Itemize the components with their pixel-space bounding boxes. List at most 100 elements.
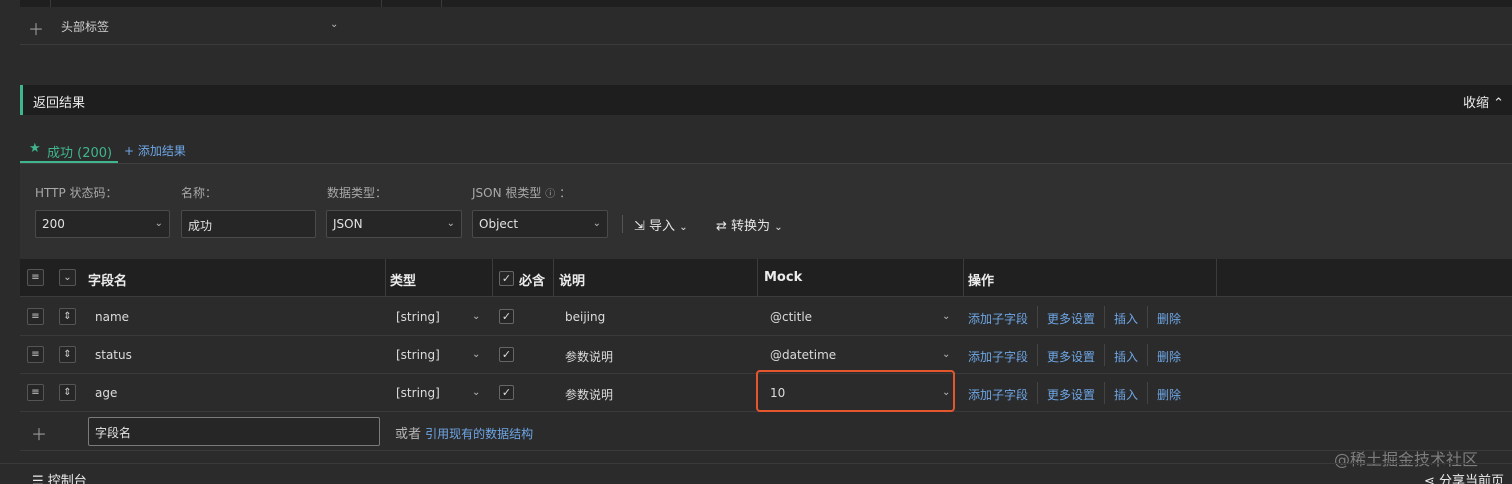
delete-link[interactable]: 删除 [1157, 386, 1181, 403]
http-status-select[interactable]: 200 ⌄ [35, 210, 170, 238]
delete-link[interactable]: 删除 [1157, 310, 1181, 327]
field-description[interactable]: 参数说明 [565, 348, 613, 365]
tab-success[interactable]: ★ 成功 (200) [20, 137, 118, 163]
reference-structure-link[interactable]: 引用现有的数据结构 [425, 427, 533, 441]
field-type[interactable]: [string] [396, 310, 440, 324]
collapse-label: 收缩 [1462, 96, 1489, 111]
header-mock: Mock [764, 270, 803, 285]
field-name[interactable]: name [95, 310, 129, 324]
info-icon[interactable]: ⓘ [545, 189, 555, 200]
insert-link[interactable]: 插入 [1114, 348, 1138, 365]
chevron-down-icon[interactable]: ⌄ [472, 387, 480, 398]
chevron-down-icon[interactable]: ⌄ [472, 311, 480, 322]
data-type-select[interactable]: JSON ⌄ [326, 210, 462, 238]
mock-highlight-box [756, 370, 955, 412]
console-label: 控制台 [47, 474, 87, 484]
tab-success-label: 成功 (200) [47, 146, 113, 161]
add-child-field-link[interactable]: 添加子字段 [968, 310, 1028, 327]
json-root-label: JSON 根类型 ⓘ ： [472, 184, 571, 201]
header-description: 说明 [559, 274, 586, 289]
add-result-button[interactable]: + 添加结果 [124, 142, 186, 159]
http-status-label: HTTP 状态码： [35, 186, 118, 200]
drag-handle-icon[interactable]: ≡ [27, 308, 44, 325]
section-header: 返回结果 收缩 ⌃ [20, 85, 1512, 115]
drag-handle-icon[interactable]: ≡ [27, 346, 44, 363]
column-divider [553, 259, 554, 297]
import-label: 导入 [649, 219, 676, 234]
chevron-down-icon[interactable]: ⌄ [942, 349, 950, 360]
chevron-down-icon: ⌄ [679, 222, 688, 233]
insert-link[interactable]: 插入 [1114, 310, 1138, 327]
field-name[interactable]: age [95, 386, 117, 400]
header-field-name: 字段名 [88, 274, 128, 289]
json-root-label-text: JSON 根类型 [472, 186, 542, 200]
insert-link[interactable]: 插入 [1114, 386, 1138, 403]
column-divider [385, 259, 386, 297]
name-label: 名称： [181, 186, 218, 200]
convert-button[interactable]: ⇄ 转换为 ⌄ [716, 215, 783, 234]
or-text: 或者 引用现有的数据结构 [395, 423, 533, 442]
field-description[interactable]: 参数说明 [565, 386, 613, 403]
field-type[interactable]: [string] [396, 386, 440, 400]
header-actions: 操作 [968, 274, 995, 289]
required-all-checkbox[interactable]: ✓ [499, 271, 514, 286]
add-icon[interactable]: ＋ [28, 16, 44, 40]
add-child-field-link[interactable]: 添加子字段 [968, 386, 1028, 403]
toolbar-divider [622, 215, 623, 233]
add-child-field-link[interactable]: 添加子字段 [968, 348, 1028, 365]
column-divider [1216, 259, 1217, 297]
share-button[interactable]: ⋖ 分享当前页 [1424, 470, 1504, 484]
required-checkbox[interactable]: ✓ [499, 309, 514, 324]
sort-icon[interactable]: ⇕ [59, 384, 76, 401]
chevron-down-icon[interactable]: ⌄ [330, 19, 338, 30]
or-label: 或者 [395, 427, 422, 442]
name-input[interactable]: 成功 [181, 210, 316, 238]
watermark: @稀土掘金技术社区 [1334, 450, 1479, 469]
table-row: ≡ ⇕ name [string] ⌄ ✓ beijing @ctitle ⌄ … [20, 298, 1512, 336]
chevron-up-icon: ⌃ [1493, 96, 1504, 111]
column-divider [50, 0, 51, 7]
data-type-label: 数据类型： [327, 186, 388, 200]
action-divider [1037, 382, 1038, 404]
new-field-name-input[interactable]: 字段名 [88, 417, 380, 446]
more-settings-link[interactable]: 更多设置 [1047, 386, 1095, 403]
column-divider [441, 0, 442, 7]
convert-icon: ⇄ [716, 219, 727, 234]
console-button[interactable]: ☰ 控制台 [32, 470, 87, 484]
name-value: 成功 [188, 219, 213, 233]
menu-icon[interactable]: ≡ [27, 269, 44, 286]
sort-icon[interactable]: ⇕ [59, 308, 76, 325]
field-type[interactable]: [string] [396, 348, 440, 362]
more-settings-link[interactable]: 更多设置 [1047, 348, 1095, 365]
required-checkbox[interactable]: ✓ [499, 385, 514, 400]
action-divider [1104, 382, 1105, 404]
field-mock[interactable]: @datetime [770, 348, 836, 362]
add-icon[interactable]: ＋ [31, 421, 47, 445]
field-description[interactable]: beijing [565, 310, 605, 324]
field-name[interactable]: status [95, 348, 132, 362]
data-type-value: JSON [333, 217, 363, 231]
chevron-down-icon[interactable]: ⌄ [942, 311, 950, 322]
convert-label: 转换为 [731, 219, 771, 234]
header-tags-label: 头部标签 [61, 20, 110, 34]
section-title: 返回结果 [33, 96, 86, 111]
new-field-row: ＋ 字段名 或者 引用现有的数据结构 [20, 412, 1512, 451]
field-mock[interactable]: @ctitle [770, 310, 812, 324]
action-divider [1104, 306, 1105, 328]
http-status-value: 200 [42, 217, 65, 231]
sort-icon[interactable]: ⇕ [59, 346, 76, 363]
column-divider [381, 0, 382, 7]
action-divider [1147, 306, 1148, 328]
chevron-down-icon[interactable]: ⌄ [472, 349, 480, 360]
new-field-placeholder: 字段名 [95, 426, 132, 440]
required-checkbox[interactable]: ✓ [499, 347, 514, 362]
table-header: ≡ ⌄ 字段名 类型 ✓ 必含 说明 Mock 操作 [20, 259, 1512, 297]
json-root-select[interactable]: Object ⌄ [472, 210, 608, 238]
import-button[interactable]: ⇲ 导入 ⌄ [634, 215, 688, 234]
delete-link[interactable]: 删除 [1157, 348, 1181, 365]
more-settings-link[interactable]: 更多设置 [1047, 310, 1095, 327]
share-icon: ⋖ [1424, 474, 1435, 484]
drag-handle-icon[interactable]: ≡ [27, 384, 44, 401]
collapse-button[interactable]: 收缩 ⌃ [1463, 92, 1504, 111]
expand-all-icon[interactable]: ⌄ [59, 269, 76, 286]
